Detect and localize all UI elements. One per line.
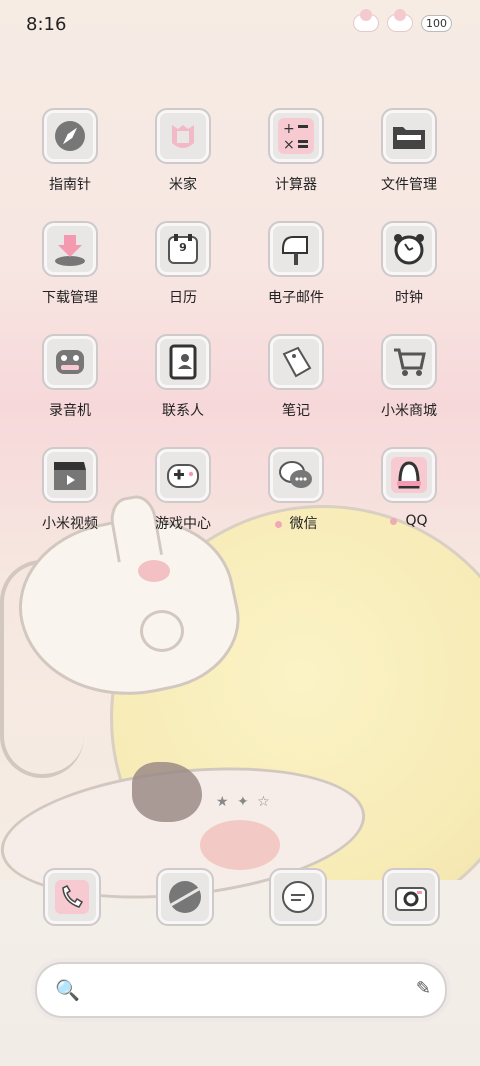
- app-label-text: 日历: [169, 290, 197, 306]
- camera-icon[interactable]: [382, 868, 440, 926]
- mi-home-icon[interactable]: [155, 108, 211, 164]
- app-label-text: 计算器: [275, 177, 317, 193]
- app-label-text: 联系人: [162, 403, 204, 419]
- app-7[interactable]: 时钟: [354, 221, 464, 307]
- app-label: 计算器: [241, 174, 351, 194]
- app-label: 微信: [241, 513, 351, 533]
- cart-icon[interactable]: [381, 334, 437, 390]
- app-label-text: 游戏中心: [155, 516, 211, 532]
- app-label: 小米视频: [15, 513, 125, 533]
- app-2[interactable]: + × 计算器: [241, 108, 351, 194]
- svg-text:+: +: [283, 121, 295, 137]
- search-icon: 🔍: [55, 978, 80, 1002]
- app-12[interactable]: 小米视频: [15, 447, 125, 533]
- app-4[interactable]: 下载管理: [15, 221, 125, 307]
- gamepad-icon[interactable]: [155, 447, 211, 503]
- status-time: 8:16: [26, 14, 67, 35]
- mailbox-icon[interactable]: [268, 221, 324, 277]
- app-label-text: 文件管理: [381, 177, 437, 193]
- battery-icon: 100: [421, 14, 452, 32]
- browser-icon[interactable]: [156, 868, 214, 926]
- calendar-day: 9: [179, 241, 187, 254]
- alarm-clock-icon[interactable]: [381, 221, 437, 277]
- app-3[interactable]: 文件管理: [354, 108, 464, 194]
- folder-icon[interactable]: [381, 108, 437, 164]
- message-icon[interactable]: [269, 868, 327, 926]
- status-bar: 8:16 100: [0, 0, 480, 50]
- app-14[interactable]: 微信: [241, 447, 351, 533]
- status-icons: 100: [353, 9, 452, 32]
- app-label: 米家: [128, 174, 238, 194]
- app-label-text: 电子邮件: [268, 290, 324, 306]
- app-label-text: 指南针: [49, 177, 91, 193]
- chat-bubble-icon[interactable]: [268, 447, 324, 503]
- new-badge-dot: [274, 520, 282, 528]
- calendar-icon[interactable]: 9: [155, 221, 211, 277]
- search-bar[interactable]: 🔍 ✎: [35, 962, 447, 1018]
- app-label-text: QQ: [405, 513, 428, 529]
- clapper-icon[interactable]: [42, 447, 98, 503]
- app-label: 笔记: [241, 400, 351, 420]
- app-label: 小米商城: [354, 400, 464, 420]
- app-13[interactable]: 游戏中心: [128, 447, 238, 533]
- contacts-icon[interactable]: [155, 334, 211, 390]
- app-5[interactable]: 9 日历: [128, 221, 238, 307]
- page-indicator[interactable]: ★ ✦ ☆: [216, 794, 272, 810]
- app-11[interactable]: 小米商城: [354, 334, 464, 420]
- new-badge-dot: [390, 517, 398, 525]
- wallpaper-cat-pink: [200, 820, 280, 870]
- app-label: 游戏中心: [128, 513, 238, 533]
- app-label-text: 米家: [169, 177, 197, 193]
- wifi-cloud-icon: [387, 9, 413, 32]
- app-label-text: 小米商城: [381, 403, 437, 419]
- recorder-icon[interactable]: [42, 334, 98, 390]
- tag-icon[interactable]: [268, 334, 324, 390]
- compass-icon[interactable]: [42, 108, 98, 164]
- app-label: QQ: [354, 513, 464, 529]
- phone-icon[interactable]: [43, 868, 101, 926]
- download-icon[interactable]: [42, 221, 98, 277]
- app-label: 录音机: [15, 400, 125, 420]
- app-label: 文件管理: [354, 174, 464, 194]
- app-label: 电子邮件: [241, 287, 351, 307]
- app-10[interactable]: 笔记: [241, 334, 351, 420]
- penguin-icon[interactable]: [381, 447, 437, 503]
- app-1[interactable]: 米家: [128, 108, 238, 194]
- app-label: 下载管理: [15, 287, 125, 307]
- app-label: 时钟: [354, 287, 464, 307]
- app-label-text: 录音机: [49, 403, 91, 419]
- app-6[interactable]: 电子邮件: [241, 221, 351, 307]
- app-0[interactable]: 指南针: [15, 108, 125, 194]
- app-label: 指南针: [15, 174, 125, 194]
- svg-text:×: ×: [283, 137, 295, 153]
- app-label-text: 微信: [289, 516, 318, 532]
- app-label: 联系人: [128, 400, 238, 420]
- app-9[interactable]: 联系人: [128, 334, 238, 420]
- app-label-text: 时钟: [395, 290, 423, 306]
- app-label-text: 笔记: [282, 403, 310, 419]
- assistant-icon[interactable]: ✎: [416, 978, 431, 999]
- app-15[interactable]: QQ: [354, 447, 464, 529]
- calculator-icon[interactable]: + ×: [268, 108, 324, 164]
- signal-cloud-icon: [353, 9, 379, 32]
- app-label: 日历: [128, 287, 238, 307]
- app-label-text: 小米视频: [42, 516, 98, 532]
- app-label-text: 下载管理: [42, 290, 98, 306]
- wallpaper-cat-blush: [138, 560, 170, 582]
- app-8[interactable]: 录音机: [15, 334, 125, 420]
- wallpaper-cat-paw: [140, 610, 184, 652]
